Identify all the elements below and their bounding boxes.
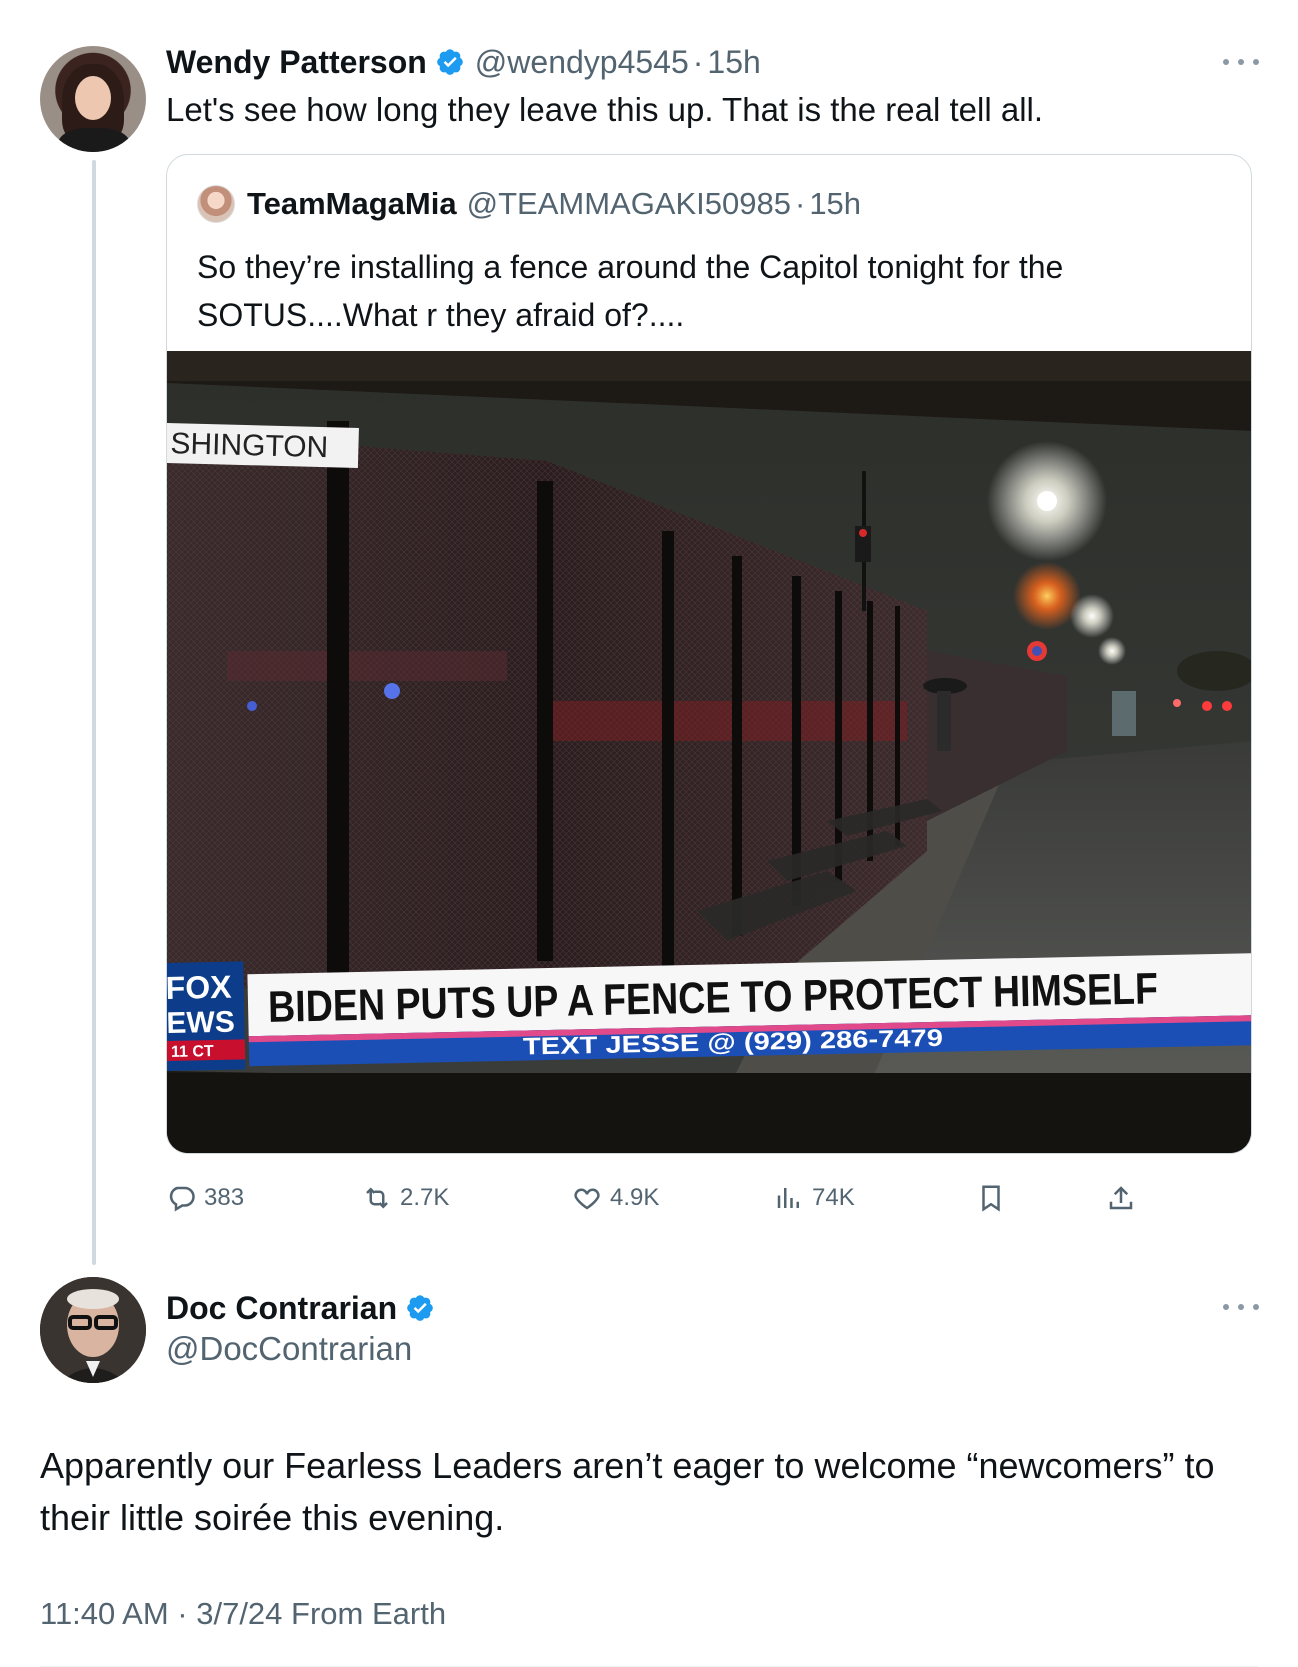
share-button[interactable]: [1106, 1178, 1144, 1218]
like-button[interactable]: 4.9K: [572, 1178, 659, 1218]
tweet1-author-name[interactable]: Wendy Patterson: [166, 44, 427, 81]
doc-contrarian-avatar[interactable]: [40, 1277, 146, 1383]
tweet1-more-options-icon[interactable]: [1223, 57, 1259, 67]
tweet2-text: Apparently our Fearless Leaders aren’t e…: [40, 1445, 1215, 1538]
verified-badge-icon: [436, 49, 463, 75]
reply-icon: [169, 1186, 195, 1212]
quoted-tweet-header: TeamMagaMia @TEAMMAGAKI50985 · 15h: [247, 183, 861, 225]
tweet2-more-options-icon[interactable]: [1223, 1302, 1259, 1312]
share-icon: [1109, 1186, 1133, 1210]
tv-news-photo: SHINGTON FOX EWS 11 CT BIDEN PUTS UP A F…: [167, 351, 1251, 1153]
tweet1-separator: ·: [692, 43, 704, 80]
repost-button[interactable]: 2.7K: [362, 1178, 449, 1218]
reply-button[interactable]: 383: [166, 1178, 244, 1218]
views-count: 74K: [812, 1184, 855, 1211]
wendy-avatar[interactable]: [40, 46, 146, 152]
location-tag-text: SHINGTON: [170, 427, 329, 464]
quoted-author-handle: @TEAMMAGAKI50985: [466, 186, 791, 221]
quoted-tweet-image[interactable]: SHINGTON FOX EWS 11 CT BIDEN PUTS UP A F…: [167, 351, 1251, 1153]
tweet1-text: Let's see how long they leave this up. T…: [166, 91, 1044, 128]
bookmark-icon: [982, 1185, 1000, 1212]
teammagamia-avatar[interactable]: [197, 185, 235, 223]
tweet2-author-handle[interactable]: @DocContrarian: [166, 1330, 412, 1368]
repost-icon: [366, 1187, 388, 1209]
views-chart-icon: [777, 1188, 799, 1208]
quoted-tweet-card[interactable]: TeamMagaMia @TEAMMAGAKI50985 · 15h So th…: [166, 154, 1252, 1154]
tweet1-action-bar: 383 2.7K 4.9K 74K: [166, 1178, 1133, 1218]
quoted-tweet-text: So they’re installing a fence around the…: [197, 249, 1064, 333]
fox-logo-bottom: EWS: [167, 1006, 235, 1040]
verified-badge-icon: [407, 1295, 433, 1321]
repost-count: 2.7K: [400, 1184, 450, 1211]
quoted-author-name: TeamMagaMia: [247, 186, 457, 221]
quoted-separator: ·: [794, 186, 806, 221]
tweet2-header: Doc Contrarian: [166, 1286, 435, 1330]
tweet2-author-name[interactable]: Doc Contrarian: [166, 1290, 397, 1327]
bookmark-button[interactable]: [976, 1178, 1014, 1218]
avatar-portrait: [40, 1277, 146, 1383]
quoted-timestamp: 15h: [809, 186, 862, 221]
network-time: 11 CT: [171, 1043, 214, 1061]
tweet2-timestamp[interactable]: 11:40 AM · 3/7/24 From Earth: [40, 1596, 446, 1632]
fox-logo-top: FOX: [167, 969, 232, 1006]
like-count: 4.9K: [610, 1184, 660, 1211]
thread-connector-line: [92, 160, 96, 1265]
tweet1-timestamp[interactable]: 15h: [707, 44, 760, 81]
tweet1-author-handle[interactable]: @wendyp4545: [475, 44, 689, 81]
views-button[interactable]: 74K: [774, 1178, 855, 1218]
reply-count: 383: [204, 1184, 245, 1211]
heart-icon: [574, 1188, 600, 1210]
tweet-thread: Wendy Patterson @wendyp4545 · 15h Let's …: [0, 0, 1298, 1667]
tweet1-header: Wendy Patterson @wendyp4545 · 15h: [166, 40, 761, 84]
